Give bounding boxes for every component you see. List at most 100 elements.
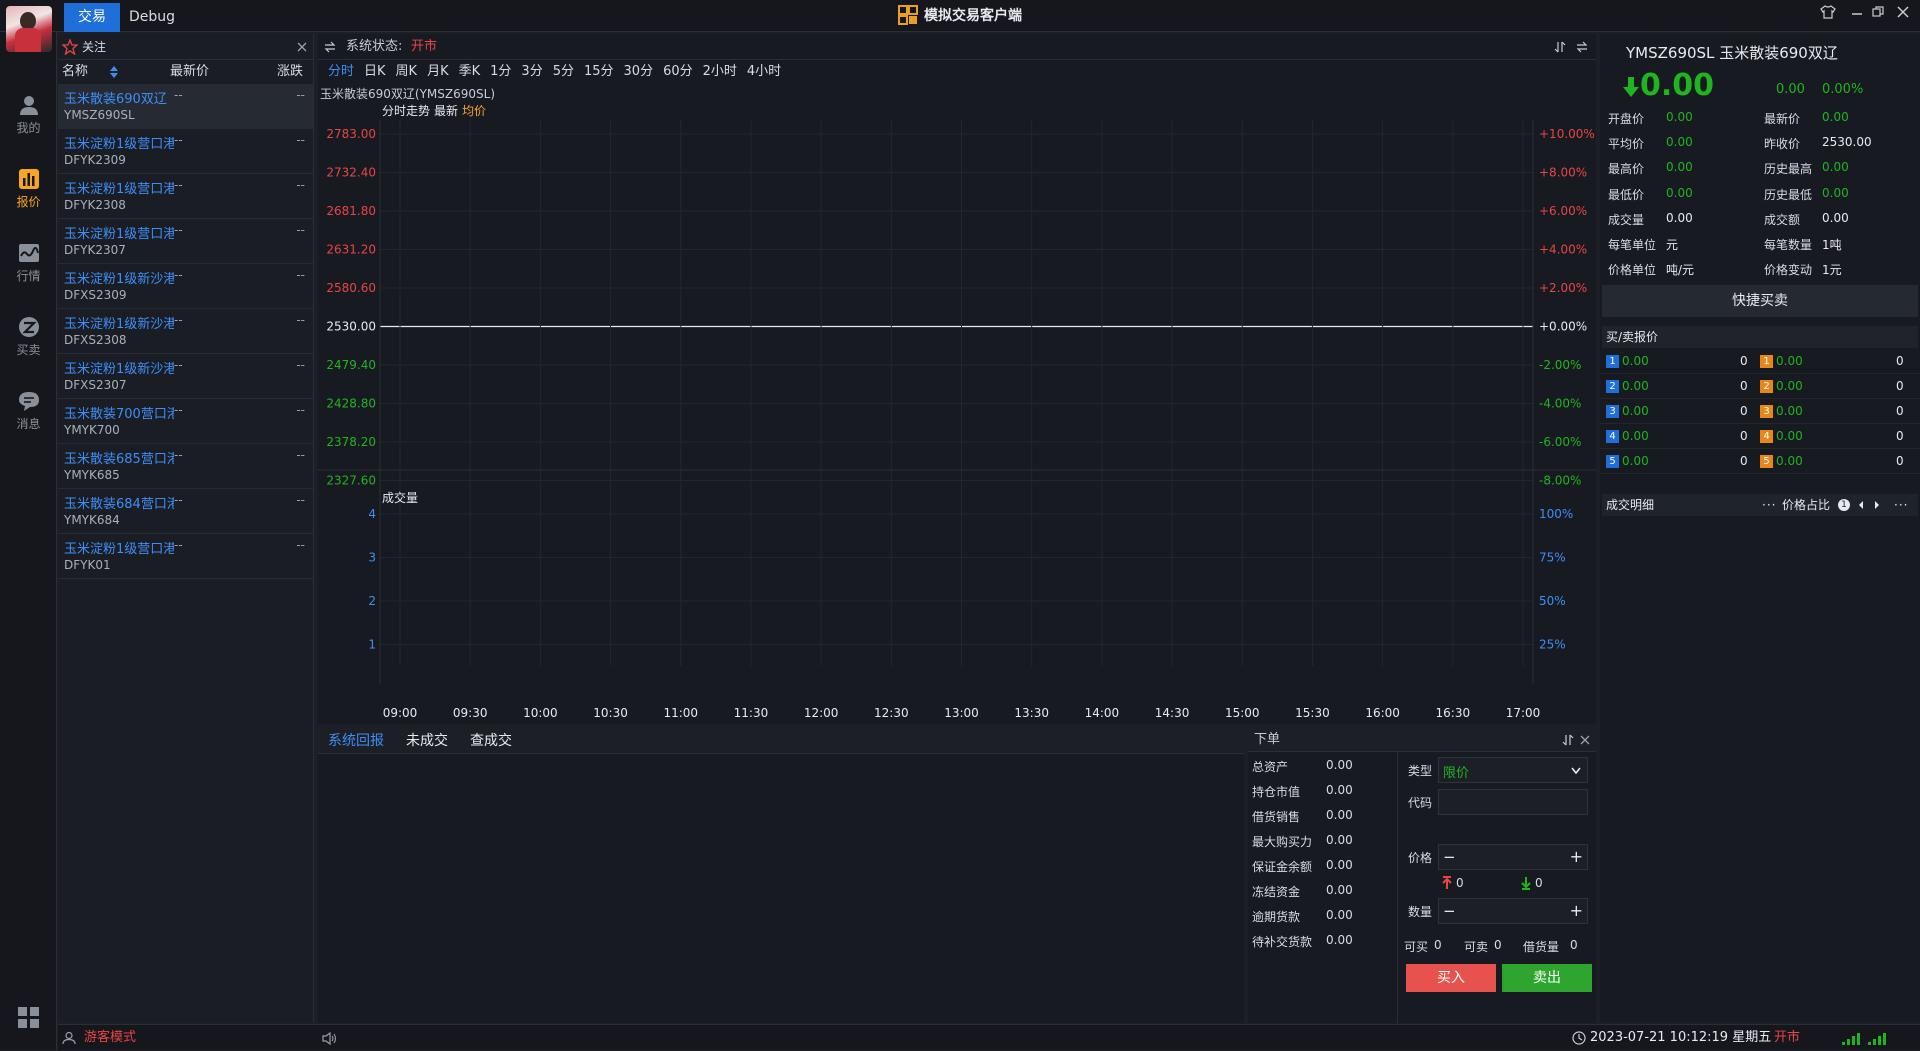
period-tab[interactable]: 分时 xyxy=(328,60,354,84)
price-stepper[interactable]: − + xyxy=(1438,844,1588,870)
orders-tab[interactable]: 系统回报 xyxy=(328,728,384,754)
vol-tick-right-label: 75% xyxy=(1539,551,1566,565)
period-tab[interactable]: 60分 xyxy=(663,60,693,84)
period-tab[interactable]: 2小时 xyxy=(703,60,737,84)
list-item[interactable]: 玉米淀粉1级新沙港 DFXS2308 -- -- xyxy=(58,309,313,354)
period-tab[interactable]: 季K xyxy=(459,60,481,84)
restore-icon[interactable] xyxy=(1868,5,1888,25)
list-item[interactable]: 玉米散装685营口港 YMYK685 -- -- xyxy=(58,444,313,489)
col-name[interactable]: 名称 xyxy=(62,60,88,84)
list-item[interactable]: 玉米淀粉1级营口港 DFYK2309 -- -- xyxy=(58,129,313,174)
depth-row[interactable]: 5 0.00 0 5 0.00 0 xyxy=(1600,450,1920,474)
col-price[interactable]: 最新价 xyxy=(170,60,209,84)
list-item[interactable]: 玉米淀粉1级新沙港 DFXS2309 -- -- xyxy=(58,264,313,309)
nav-label: 行情 xyxy=(16,269,41,283)
close-icon[interactable] xyxy=(1580,735,1590,745)
quote-field-label: 历史最高 xyxy=(1764,162,1813,177)
list-item[interactable]: 玉米淀粉1级营口港 DFYK2308 -- -- xyxy=(58,174,313,219)
left-nav: 我的 报价 行情 买卖 消息 xyxy=(0,6,57,1050)
sell-button[interactable]: 卖出 xyxy=(1502,964,1592,992)
period-tab[interactable]: 周K xyxy=(396,60,418,84)
depth-row[interactable]: 4 0.00 0 4 0.00 0 xyxy=(1600,425,1920,449)
period-tab[interactable]: 4小时 xyxy=(747,60,781,84)
depth-row[interactable]: 2 0.00 0 2 0.00 0 xyxy=(1600,375,1920,399)
list-item[interactable]: 玉米散装690双辽 YMSZ690SL -- -- xyxy=(58,84,313,129)
app-title-text: 模拟交易客户端 xyxy=(924,8,1022,24)
qty-minus-button[interactable]: − xyxy=(1443,902,1456,920)
qty-plus-button[interactable]: + xyxy=(1570,901,1583,920)
item-name: 玉米淀粉1级新沙港 xyxy=(64,362,174,377)
ask-volume: 0 xyxy=(1896,454,1904,468)
price-plus-button[interactable]: + xyxy=(1570,847,1583,866)
price-share-tab[interactable]: 价格占比 xyxy=(1782,494,1830,516)
quote-field-label: 平均价 xyxy=(1608,137,1645,152)
period-tab[interactable]: 日K xyxy=(364,60,386,84)
period-tab[interactable]: 15分 xyxy=(584,60,614,84)
close-icon[interactable] xyxy=(1893,5,1913,25)
item-name: 玉米散装684营口港 xyxy=(64,497,174,512)
y-tick-right-label: -4.00% xyxy=(1539,397,1581,411)
item-code: DFXS2308 xyxy=(64,333,127,347)
next-icon[interactable] xyxy=(1874,501,1880,509)
minimize-icon[interactable] xyxy=(1847,5,1867,25)
type-select[interactable]: 限价 xyxy=(1438,757,1588,783)
list-item[interactable]: 玉米淀粉1级新沙港 DFXS2307 -- -- xyxy=(58,354,313,399)
price-minus-button[interactable]: − xyxy=(1443,848,1456,866)
price-label: 价格 xyxy=(1408,851,1433,865)
quote-panel: YMSZ690SL 玉米散装690双辽 0.00 0.00 0.00% 开盘价 0… xyxy=(1600,34,1920,1022)
list-item[interactable]: 玉米淀粉1级营口港 DFYK01 -- -- xyxy=(58,534,313,579)
period-tab[interactable]: 30分 xyxy=(624,60,654,84)
swap-icon[interactable] xyxy=(324,41,336,53)
period-tab[interactable]: 1分 xyxy=(490,60,511,84)
period-tab[interactable]: 3分 xyxy=(521,60,542,84)
period-tab[interactable]: 月K xyxy=(427,60,449,84)
avatar[interactable] xyxy=(6,6,52,52)
user-icon xyxy=(62,1031,76,1045)
quick-trade-button[interactable]: 快捷买卖 xyxy=(1602,285,1918,317)
intraday-chart[interactable]: 玉米散装690双辽(YMSZ690SL) 分时走势 最新 均价 2783.00 +10.0… xyxy=(318,84,1596,724)
y-tick-right-label: -6.00% xyxy=(1539,435,1581,449)
nav-label: 买卖 xyxy=(16,343,41,357)
nav-mine[interactable]: 我的 xyxy=(0,86,57,148)
bid-price: 0.00 xyxy=(1622,379,1649,393)
quote-name: 玉米散装690双辽 xyxy=(1719,44,1838,62)
orders-tab[interactable]: 未成交 xyxy=(406,728,448,754)
quote-field-label: 最低价 xyxy=(1608,187,1645,202)
apps-grid-icon[interactable] xyxy=(0,1002,57,1042)
list-item[interactable]: 玉米散装700营口港 YMYK700 -- -- xyxy=(58,399,313,444)
sort-toggle-icon[interactable] xyxy=(1554,41,1566,53)
speaker-icon[interactable] xyxy=(322,1032,338,1045)
quote-field-value: 0.00 xyxy=(1822,110,1849,124)
sort-icon[interactable] xyxy=(109,65,119,79)
period-tab[interactable]: 5分 xyxy=(553,60,574,84)
account-value: 0.00 xyxy=(1326,908,1353,922)
list-item[interactable]: 玉米淀粉1级营口港 DFYK2307 -- -- xyxy=(58,219,313,264)
nav-quote[interactable]: 报价 xyxy=(0,160,57,222)
more-icon[interactable]: ··· xyxy=(1894,494,1908,516)
guest-mode[interactable]: 游客模式 xyxy=(84,1025,136,1051)
nav-trade[interactable]: 买卖 xyxy=(0,308,57,370)
more-icon[interactable]: ··· xyxy=(1762,494,1776,516)
orders-tab[interactable]: 查成交 xyxy=(470,728,512,754)
code-input[interactable] xyxy=(1438,789,1588,815)
col-change[interactable]: 涨跌 xyxy=(277,60,303,84)
qty-stepper[interactable]: − + xyxy=(1438,898,1588,924)
close-icon[interactable] xyxy=(297,42,307,52)
prev-icon[interactable] xyxy=(1858,501,1864,509)
swap-panel-icon[interactable] xyxy=(1576,41,1588,53)
account-label: 逾期货款 xyxy=(1252,910,1301,924)
quote-change: 0.00 xyxy=(1776,82,1805,97)
nav-message[interactable]: 消息 xyxy=(0,382,57,444)
nav-market[interactable]: 行情 xyxy=(0,234,57,296)
item-price: -- xyxy=(174,313,183,327)
depth-row[interactable]: 1 0.00 0 1 0.00 0 xyxy=(1600,350,1920,374)
list-item[interactable]: 玉米散装684营口港 YMYK684 -- -- xyxy=(58,489,313,534)
can-buy-value: 0 xyxy=(1434,938,1442,952)
buy-button[interactable]: 买入 xyxy=(1406,964,1496,992)
sort-toggle-icon[interactable] xyxy=(1562,734,1574,746)
skin-icon[interactable] xyxy=(1818,5,1838,25)
depth-row[interactable]: 3 0.00 0 3 0.00 0 xyxy=(1600,400,1920,424)
item-price: -- xyxy=(174,403,183,417)
account-summary: 总资产 0.00 持仓市值 0.00 借货销售 0.00 最大购买力 0.00 保证金余额 0.0… xyxy=(1248,752,1398,1023)
y-tick-label: 2783.00 xyxy=(326,127,376,141)
